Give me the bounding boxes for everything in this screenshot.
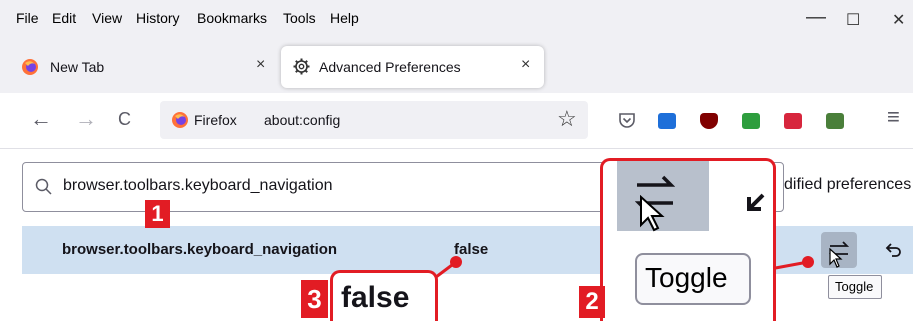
tab-close-button[interactable]: ×	[256, 56, 265, 74]
annotation-label-3: 3	[301, 280, 328, 318]
url-text[interactable]: about:config	[264, 112, 340, 128]
extension-blue-icon[interactable]	[658, 113, 676, 129]
camera-icon[interactable]	[784, 113, 802, 129]
tab-new-tab[interactable]: New Tab ×	[10, 46, 278, 88]
reload-button[interactable]: C	[118, 107, 131, 131]
url-bar[interactable]: Firefox about:config ☆	[160, 101, 588, 139]
tab-close-button[interactable]: ×	[521, 56, 530, 74]
zoomed-reset-icon	[747, 193, 765, 211]
forward-button[interactable]: →	[75, 107, 97, 131]
menu-bookmarks[interactable]: Bookmarks	[197, 10, 267, 26]
annotation-3-callout: false	[330, 270, 438, 321]
tab-advanced-preferences[interactable]: Advanced Preferences ×	[281, 46, 544, 88]
zoomed-tooltip-text: Toggle	[645, 262, 728, 293]
minimize-button[interactable]: —	[806, 6, 826, 29]
close-window-button[interactable]: ✕	[892, 10, 905, 30]
zoomed-toggle-button	[617, 161, 709, 232]
annotation-2-callout: Toggle	[600, 158, 776, 321]
ublock-icon[interactable]	[700, 113, 718, 129]
firefox-icon	[22, 59, 38, 75]
app-menu-button[interactable]: ≡	[887, 105, 900, 129]
zoomed-tooltip: Toggle	[635, 253, 751, 305]
extension-green-icon[interactable]	[742, 113, 760, 129]
extension-profile-icon[interactable]	[826, 113, 844, 129]
maximize-button[interactable]: ☐	[846, 10, 860, 30]
menu-edit[interactable]: Edit	[52, 10, 76, 26]
firefox-identity-icon	[172, 112, 188, 128]
zoomed-value-text: false	[341, 281, 410, 314]
menu-help[interactable]: Help	[330, 10, 359, 26]
pocket-icon[interactable]	[618, 112, 636, 129]
zoomed-cursor-icon	[640, 195, 665, 232]
reset-icon[interactable]	[884, 242, 902, 258]
back-button[interactable]: ←	[30, 107, 52, 131]
annotation-label-2: 2	[579, 286, 605, 318]
preference-name: browser.toolbars.keyboard_navigation	[62, 241, 338, 258]
menu-view[interactable]: View	[92, 10, 122, 26]
annotation-3-dot	[450, 256, 462, 268]
menu-tools[interactable]: Tools	[283, 10, 316, 26]
toggle-tooltip: Toggle	[828, 275, 882, 299]
gear-icon	[293, 58, 310, 75]
show-modified-preferences-label[interactable]: dified preferences	[784, 176, 911, 194]
preference-row[interactable]: browser.toolbars.keyboard_navigation fal…	[22, 226, 913, 274]
search-value: browser.toolbars.keyboard_navigation	[63, 177, 333, 194]
annotation-2-dot	[802, 256, 814, 268]
navigation-bar: ← → C Firefox about:config ☆ ≡	[0, 93, 913, 149]
tooltip-text: Toggle	[835, 279, 874, 294]
bookmark-star-icon[interactable]: ☆	[557, 106, 577, 132]
toggle-button[interactable]	[821, 232, 857, 268]
menu-history[interactable]: History	[136, 10, 180, 26]
search-icon	[35, 178, 52, 195]
annotation-label-1: 1	[145, 200, 170, 228]
identity-label: Firefox	[194, 112, 237, 128]
tab-strip: New Tab × Advanced Preferences ×	[0, 40, 913, 93]
menu-file[interactable]: File	[16, 10, 39, 26]
menu-bar: File Edit View History Bookmarks Tools H…	[0, 0, 913, 40]
tab-label: Advanced Preferences	[319, 59, 461, 75]
preference-value: false	[454, 241, 489, 258]
mouse-cursor-icon	[829, 248, 843, 268]
tab-label: New Tab	[50, 59, 105, 75]
